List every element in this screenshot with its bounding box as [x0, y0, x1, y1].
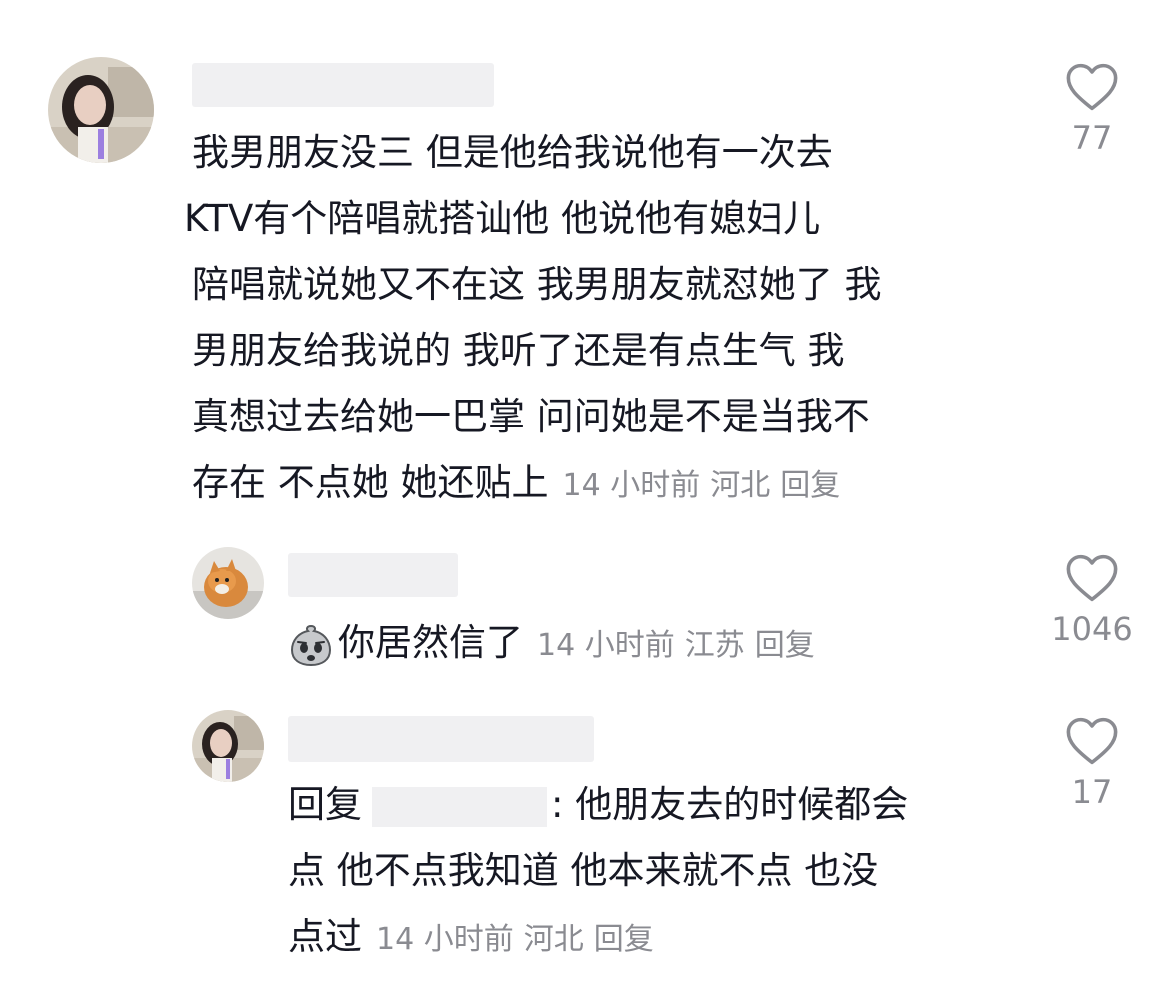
- reply-button[interactable]: 回复: [594, 922, 654, 957]
- comment-time: 14 小时前: [537, 628, 675, 663]
- like-button[interactable]: 77: [1032, 62, 1152, 158]
- comment-text-line: 点过 14 小时前 河北 回复: [288, 914, 654, 962]
- comment-text-line: KTV有个陪唱就搭讪他 他说他有媳妇儿: [184, 197, 821, 240]
- user-photo-icon: [48, 57, 154, 163]
- like-count: 1046: [1051, 610, 1133, 648]
- comment-meta: 14 小时前 河北 回复: [549, 468, 841, 503]
- like-button[interactable]: 1046: [1032, 553, 1152, 649]
- username-redacted[interactable]: [192, 63, 494, 107]
- comment-text-line: 存在 不点她 她还贴上 14 小时前 河北 回复: [192, 460, 840, 508]
- reply-target-redacted[interactable]: [372, 786, 547, 827]
- comment-text: : 他朋友去的时候都会: [551, 783, 909, 826]
- comment-text-line: 男朋友给我说的 我听了还是有点生气 我: [192, 329, 845, 372]
- comment-text: 你居然信了: [338, 621, 523, 664]
- avatar[interactable]: [48, 57, 154, 163]
- heart-outline-icon: [1066, 717, 1118, 765]
- username-redacted[interactable]: [288, 553, 458, 597]
- comment-time: 14 小时前: [376, 922, 514, 957]
- reply-button[interactable]: 回复: [755, 628, 815, 663]
- like-count: 77: [1071, 119, 1113, 157]
- comment-location: 河北: [710, 468, 771, 503]
- username-redacted[interactable]: [288, 716, 594, 762]
- avatar[interactable]: [192, 710, 264, 782]
- comment-text-line: 回复 : 他朋友去的时候都会: [288, 782, 908, 827]
- reply-button[interactable]: 回复: [780, 468, 840, 503]
- like-button[interactable]: 17: [1032, 716, 1152, 812]
- comment-text: 点过: [288, 915, 362, 958]
- comment-time: 14 小时前: [562, 468, 701, 503]
- user-photo-icon: [192, 710, 264, 782]
- heart-outline-icon: [1066, 63, 1118, 111]
- comment-text-line: 我男朋友没三 但是他给我说他有一次去: [192, 131, 833, 174]
- cat-photo-icon: [192, 547, 264, 619]
- comment-text-line: 陪唱就说她又不在这 我男朋友就怼她了 我: [192, 263, 882, 306]
- worried-face-emoji-icon: [288, 622, 334, 668]
- like-count: 17: [1071, 773, 1113, 811]
- comment-location: 河北: [523, 922, 584, 957]
- comment-text-line: 真想过去给她一巴掌 问问她是不是当我不: [192, 395, 870, 438]
- comment-text-line: 你居然信了 14 小时前 江苏 回复: [288, 620, 815, 668]
- comment-text-line: 点 他不点我知道 他本来就不点 也没: [288, 849, 879, 892]
- comment-text: 存在 不点她 她还贴上: [192, 461, 549, 504]
- heart-outline-icon: [1066, 554, 1118, 602]
- comment-location: 江苏: [684, 628, 745, 663]
- comment-list: 我男朋友没三 但是他给我说他有一次去 KTV有个陪唱就搭讪他 他说他有媳妇儿 陪…: [0, 0, 1170, 1003]
- avatar[interactable]: [192, 547, 264, 619]
- reply-prefix: 回复: [288, 783, 362, 826]
- comment-meta: 14 小时前 河北 回复: [362, 922, 654, 957]
- comment-meta: 14 小时前 江苏 回复: [523, 628, 815, 663]
